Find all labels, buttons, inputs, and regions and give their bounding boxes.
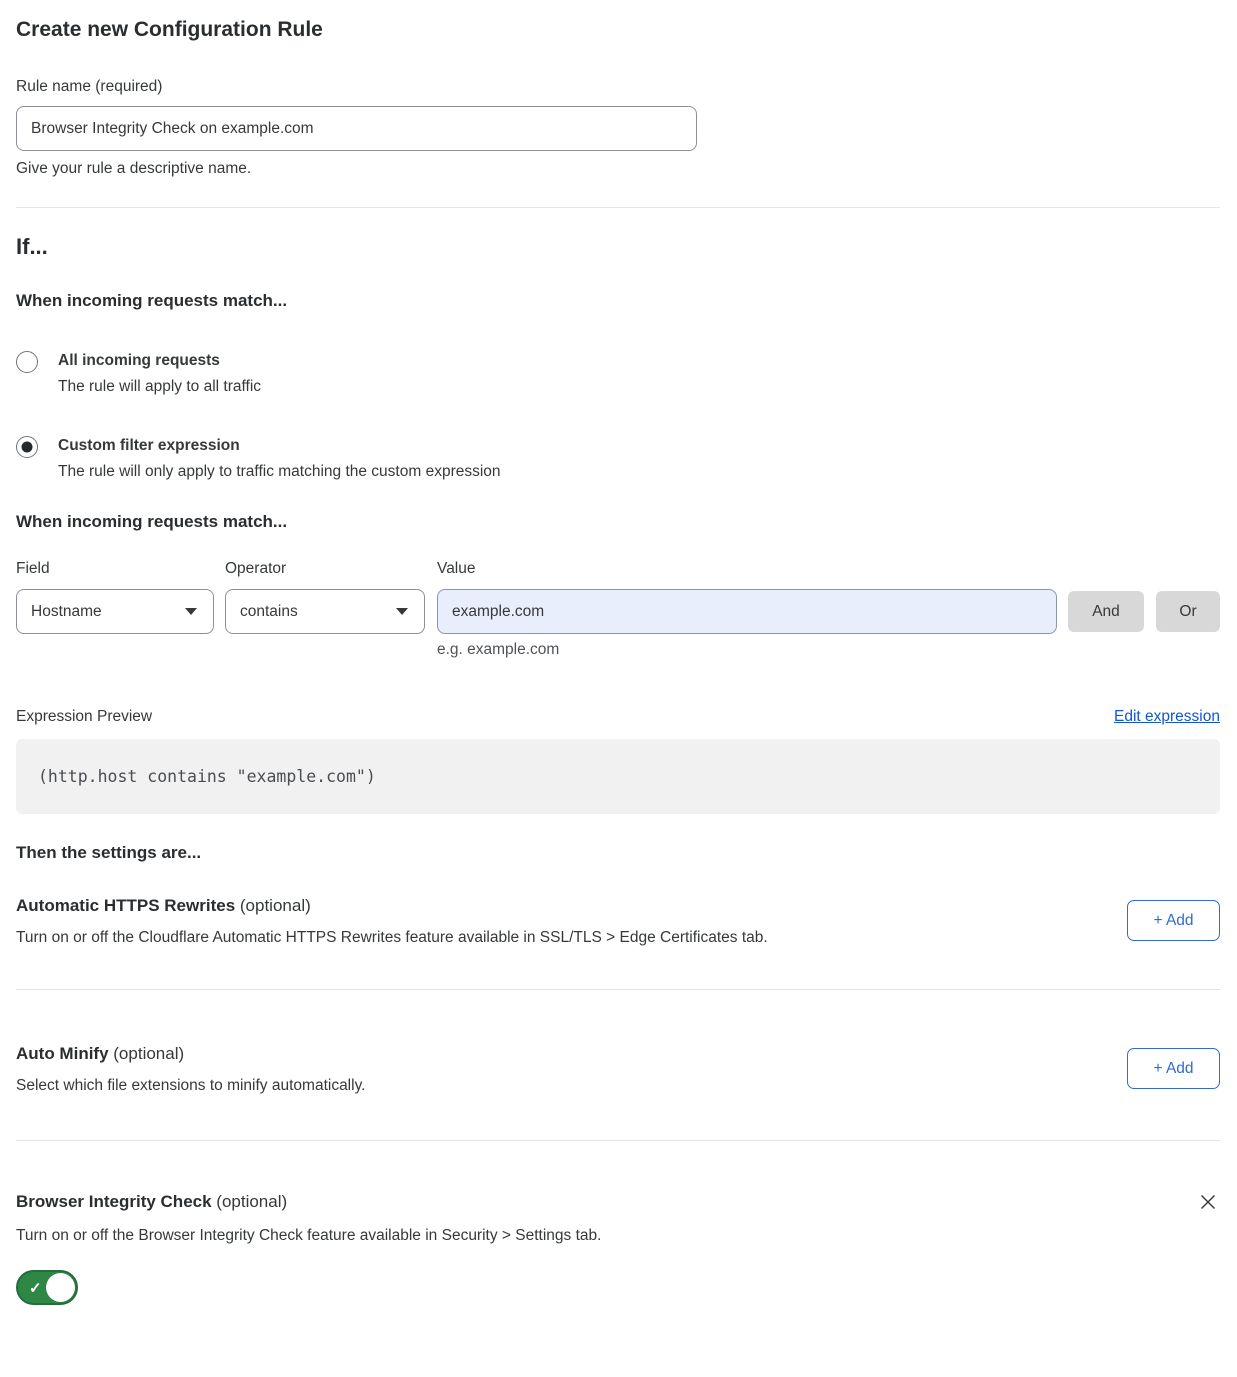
expression-code-box: (http.host contains "example.com")	[16, 739, 1220, 814]
settings-heading: Then the settings are...	[16, 843, 1220, 863]
operator-select-value: contains	[240, 603, 298, 621]
section-divider	[16, 207, 1220, 208]
operator-select[interactable]: contains	[225, 589, 425, 634]
radio-option-custom-filter[interactable]: Custom filter expression The rule will o…	[16, 436, 1220, 481]
value-helper: e.g. example.com	[16, 641, 1220, 659]
setting-title: Auto Minify	[16, 1044, 109, 1063]
setting-row-auto-minify: Auto Minify (optional) Select which file…	[16, 1044, 1220, 1095]
setting-description: Turn on or off the Browser Integrity Che…	[16, 1227, 601, 1245]
setting-row-automatic-https-rewrites: Automatic HTTPS Rewrites (optional) Turn…	[16, 896, 1220, 947]
close-icon	[1198, 1192, 1218, 1212]
chevron-down-icon	[396, 608, 408, 615]
value-label: Value	[437, 560, 1057, 578]
and-button[interactable]: And	[1068, 591, 1144, 632]
expression-code: (http.host contains "example.com")	[38, 767, 376, 786]
page-title: Create new Configuration Rule	[16, 18, 1220, 42]
setting-title: Automatic HTTPS Rewrites	[16, 896, 235, 915]
or-button[interactable]: Or	[1156, 591, 1220, 632]
field-select[interactable]: Hostname	[16, 589, 214, 634]
radio-all-incoming-icon[interactable]	[16, 351, 38, 373]
add-automatic-https-rewrites-button[interactable]: + Add	[1127, 900, 1220, 941]
rule-name-section: Rule name (required) Give your rule a de…	[16, 78, 1220, 178]
radio-custom-filter-label: Custom filter expression	[58, 437, 501, 455]
builder-row: Hostname contains And Or	[16, 589, 1220, 634]
setting-title: Browser Integrity Check	[16, 1192, 212, 1211]
setting-optional-tag: (optional)	[212, 1192, 288, 1211]
radio-all-incoming-label: All incoming requests	[58, 352, 261, 370]
browser-integrity-check-toggle[interactable]: ✓	[16, 1270, 78, 1305]
section-divider	[16, 989, 1220, 990]
setting-optional-tag: (optional)	[235, 896, 311, 915]
edit-expression-link[interactable]: Edit expression	[1114, 708, 1220, 726]
field-label: Field	[16, 560, 214, 578]
rule-name-helper: Give your rule a descriptive name.	[16, 160, 1220, 178]
setting-optional-tag: (optional)	[109, 1044, 185, 1063]
builder-heading: When incoming requests match...	[16, 512, 1220, 532]
expression-preview-label: Expression Preview	[16, 708, 152, 726]
add-auto-minify-button[interactable]: + Add	[1127, 1048, 1220, 1089]
radio-option-all-incoming[interactable]: All incoming requests The rule will appl…	[16, 351, 1220, 396]
rule-name-label: Rule name (required)	[16, 78, 1220, 96]
value-input[interactable]	[437, 589, 1057, 634]
radio-custom-filter-desc: The rule will only apply to traffic matc…	[58, 463, 501, 481]
radio-all-incoming-desc: The rule will apply to all traffic	[58, 378, 261, 396]
check-icon: ✓	[29, 1279, 42, 1297]
chevron-down-icon	[185, 608, 197, 615]
setting-description: Select which file extensions to minify a…	[16, 1077, 1127, 1095]
radio-custom-filter-icon[interactable]	[16, 436, 38, 458]
toggle-knob	[46, 1273, 75, 1302]
match-heading: When incoming requests match...	[16, 291, 1220, 311]
operator-label: Operator	[225, 560, 425, 578]
remove-browser-integrity-check-button[interactable]	[1196, 1190, 1220, 1214]
section-divider	[16, 1140, 1220, 1141]
rule-name-input[interactable]	[16, 106, 697, 151]
builder-labels: Field Operator Value	[16, 560, 1220, 578]
setting-description: Turn on or off the Cloudflare Automatic …	[16, 929, 1127, 947]
if-heading: If...	[16, 234, 1220, 260]
setting-row-browser-integrity-check: Browser Integrity Check (optional) Turn …	[16, 1192, 1220, 1305]
match-radio-group: All incoming requests The rule will appl…	[16, 351, 1220, 481]
field-select-value: Hostname	[31, 603, 102, 621]
expression-preview-row: Expression Preview Edit expression	[16, 708, 1220, 726]
